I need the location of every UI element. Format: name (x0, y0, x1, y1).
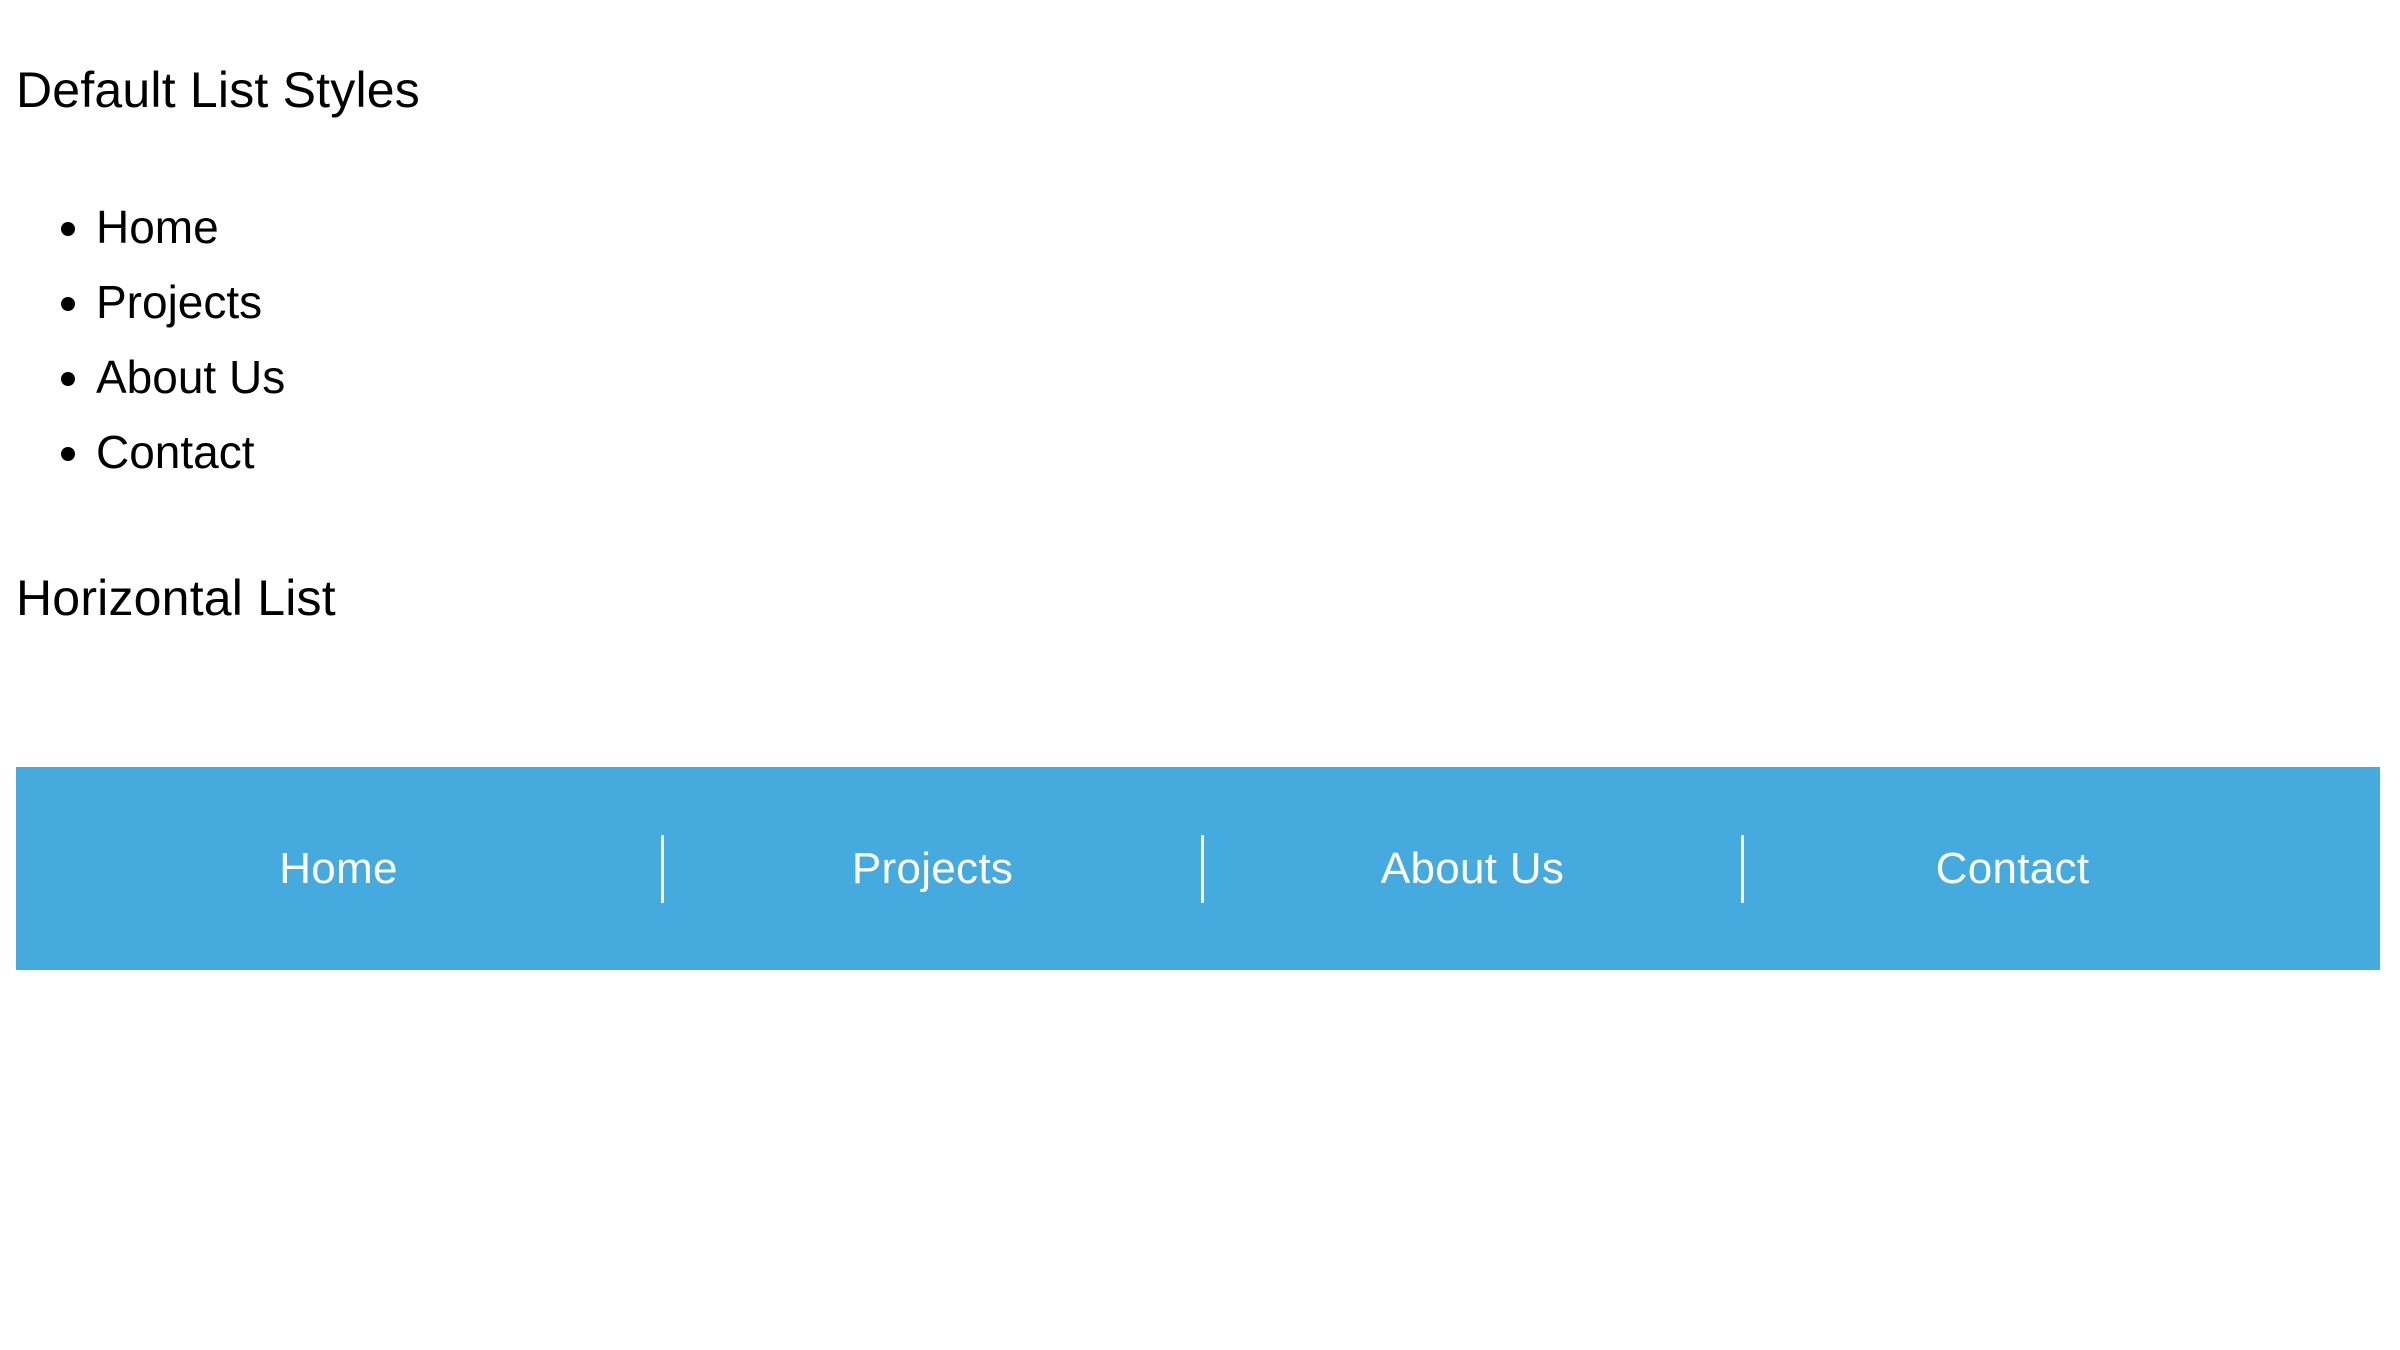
nav-link-home[interactable]: Home (279, 844, 398, 894)
horizontal-navigation-bar: Home Projects About Us Contact (16, 767, 2380, 970)
nav-item-contact[interactable]: Contact (1744, 767, 2281, 970)
nav-link-about-us[interactable]: About Us (1381, 844, 1564, 894)
horizontal-list-heading: Horizontal List (16, 570, 336, 626)
default-list-heading: Default List Styles (16, 62, 420, 118)
nav-item-projects[interactable]: Projects (664, 767, 1201, 970)
default-bullet-list: Home Projects About Us Contact (16, 190, 285, 490)
page-root: Default List Styles Home Projects About … (0, 0, 2400, 1350)
nav-link-contact[interactable]: Contact (1936, 844, 2090, 894)
list-item: About Us (96, 340, 285, 415)
nav-item-home[interactable]: Home (16, 767, 661, 970)
horizontal-nav-list: Home Projects About Us Contact (16, 767, 2380, 970)
list-item: Home (96, 190, 285, 265)
nav-link-projects[interactable]: Projects (852, 844, 1013, 894)
list-item: Projects (96, 265, 285, 340)
list-item: Contact (96, 415, 285, 490)
nav-item-about-us[interactable]: About Us (1204, 767, 1741, 970)
